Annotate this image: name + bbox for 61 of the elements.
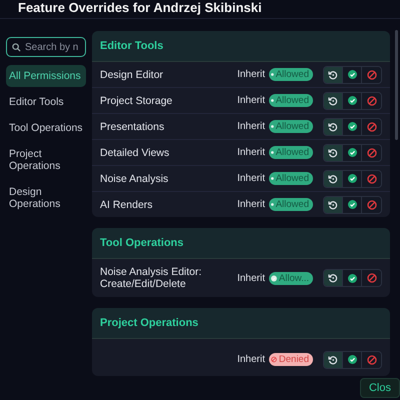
scrollbar[interactable] (395, 30, 398, 140)
deny-icon (366, 96, 376, 106)
source-label: Inherit (237, 69, 265, 80)
close-button[interactable]: Clos (360, 378, 400, 398)
status-badge: Allowed (269, 198, 313, 211)
sidebar-item[interactable]: Project Operations (6, 143, 86, 177)
source-label: Inherit (237, 147, 265, 158)
reset-icon (328, 70, 338, 80)
inherit-button[interactable] (324, 170, 343, 186)
deny-icon (366, 354, 376, 364)
permission-name: AI Renders (100, 198, 154, 210)
permission-name: Project Storage (100, 94, 174, 106)
inherit-button[interactable] (324, 144, 343, 160)
inherit-button[interactable] (324, 270, 343, 286)
inherit-button[interactable] (324, 196, 343, 212)
search-field[interactable]: Search by n (6, 37, 86, 57)
reset-icon (328, 273, 338, 283)
sidebar-item[interactable]: Design Operations (6, 181, 86, 215)
reset-icon (328, 96, 338, 106)
source-label: Inherit (237, 272, 265, 284)
source-label: Inherit (237, 95, 265, 106)
reset-icon (328, 148, 338, 158)
sidebar-item[interactable]: Editor Tools (6, 91, 86, 113)
search-icon (12, 43, 21, 52)
deny-icon (366, 70, 376, 80)
permission-name: Noise Analysis (100, 172, 170, 184)
dialog-title: Feature Overrides for Andrzej Skibinski (18, 0, 263, 15)
deny-icon (366, 273, 376, 283)
source-label: Inherit (237, 173, 265, 184)
permission-name: Detailed Views (100, 146, 170, 158)
inherit-button[interactable] (324, 66, 343, 82)
status-badge: Allowed (269, 146, 313, 159)
deny-icon (366, 174, 376, 184)
status-badge: Allowed (269, 68, 313, 81)
status-badge: Allowed (269, 172, 313, 185)
inherit-button[interactable] (324, 118, 343, 134)
reset-icon (328, 354, 338, 364)
status-badge: Denied (269, 353, 313, 366)
deny-icon (271, 355, 277, 364)
deny-icon (366, 122, 376, 132)
reset-icon (328, 200, 338, 210)
permission-name: Noise Analysis Editor: Create/Edit/Delete (100, 266, 203, 290)
reset-icon (328, 174, 338, 184)
section-title: Editor Tools (92, 31, 390, 62)
deny-icon (366, 200, 376, 210)
inherit-button[interactable] (324, 352, 343, 368)
sidebar-item[interactable]: Tool Operations (6, 117, 86, 139)
deny-icon (366, 148, 376, 158)
reset-icon (328, 122, 338, 132)
source-label: Inherit (237, 354, 265, 365)
inherit-button[interactable] (324, 92, 343, 108)
status-badge: Allow... (269, 272, 313, 284)
source-label: Inherit (237, 121, 265, 132)
permission-name: Presentations (100, 120, 166, 132)
sidebar-item[interactable]: All Permissions (6, 65, 86, 87)
section-title: Tool Operations (92, 228, 390, 259)
section-title: Project Operations (92, 308, 390, 339)
status-badge: Allowed (269, 94, 313, 107)
permission-name: Design Editor (100, 68, 164, 80)
status-badge: Allowed (269, 120, 313, 133)
source-label: Inherit (237, 199, 265, 210)
